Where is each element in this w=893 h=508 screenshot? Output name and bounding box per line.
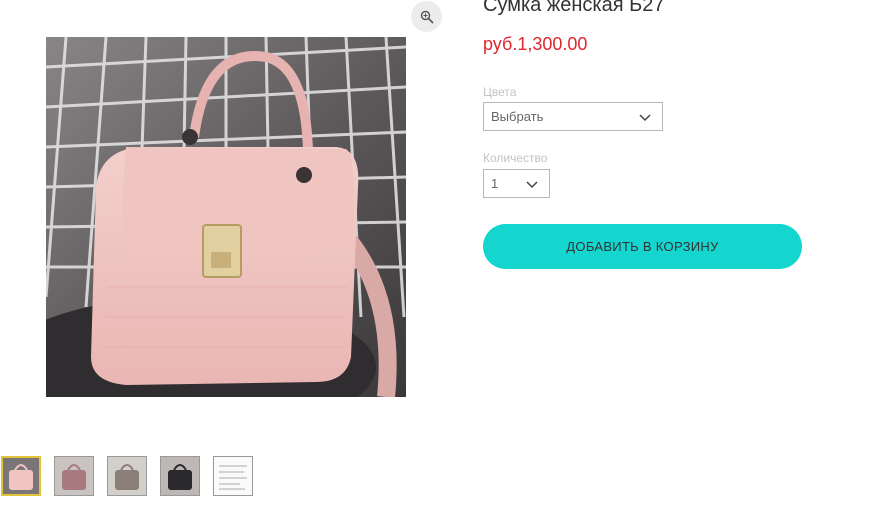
- thumbnail-size-chart[interactable]: [213, 456, 253, 496]
- magnifier-icon: [420, 10, 434, 24]
- color-label: Цвета: [483, 85, 517, 99]
- product-title: Сумка женская Б27: [483, 0, 665, 16]
- color-select-value: Выбрать: [491, 109, 544, 124]
- thumbnail-mauve[interactable]: [54, 456, 94, 496]
- add-to-cart-button[interactable]: ДОБАВИТЬ В КОРЗИНУ: [483, 224, 802, 269]
- color-select[interactable]: Выбрать: [483, 102, 663, 131]
- chevron-down-icon: [526, 181, 538, 189]
- thumbnail-black[interactable]: [160, 456, 200, 496]
- chevron-down-icon: [639, 114, 651, 122]
- quantity-select[interactable]: 1: [483, 169, 550, 198]
- product-price: руб.1,300.00: [483, 34, 588, 54]
- quantity-select-value: 1: [491, 176, 499, 191]
- thumbnail-pink[interactable]: [1, 456, 41, 496]
- quantity-label: Количество: [483, 151, 548, 165]
- thumbnail-grey[interactable]: [107, 456, 147, 496]
- thumbnail-strip: [1, 456, 253, 496]
- zoom-button[interactable]: [411, 1, 442, 32]
- product-main-image[interactable]: [46, 37, 406, 397]
